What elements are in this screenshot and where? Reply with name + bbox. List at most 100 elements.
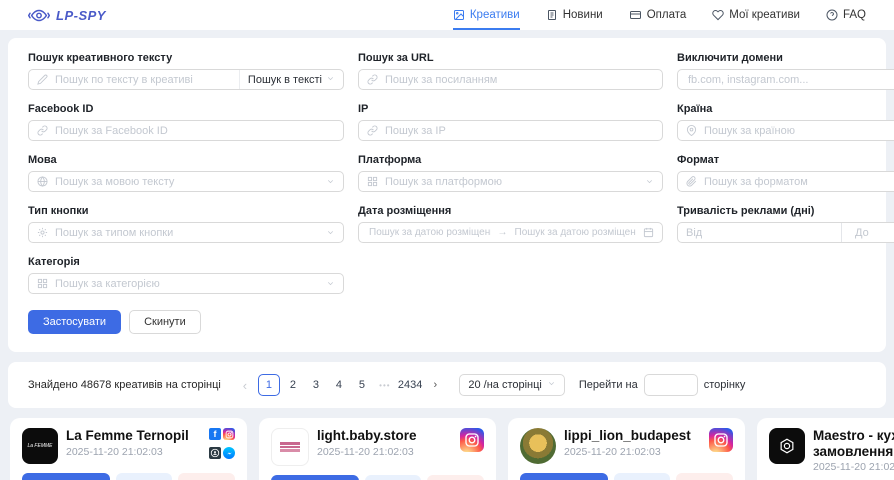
page-size-select[interactable]: 20 /на сторінці xyxy=(459,374,565,396)
creative-card[interactable]: La FEMME La Femme Ternopil 2025-11-20 21… xyxy=(10,418,247,480)
field-label: Країна xyxy=(677,102,894,116)
apply-button[interactable]: Застосувати xyxy=(28,310,121,334)
field-placement-date: Дата розміщення → xyxy=(358,204,663,243)
creative-card[interactable]: lippi_lion_budapest 2025-11-20 21:02:03 … xyxy=(508,418,745,480)
credit-card-icon xyxy=(629,9,642,21)
pagination-ellipsis[interactable]: ••• xyxy=(375,375,395,395)
format-control[interactable] xyxy=(677,171,894,192)
card-title: lippi_lion_budapest xyxy=(564,428,701,444)
like-button[interactable] xyxy=(676,473,733,480)
duration-range[interactable] xyxy=(677,222,894,243)
logo[interactable]: LP-SPY xyxy=(28,8,106,23)
card-info: La Femme Ternopil 2025-11-20 21:02:03 xyxy=(66,428,201,464)
card-info: lippi_lion_budapest 2025-11-20 21:02:03 xyxy=(564,428,701,464)
card-title: Maestro - кухні, меблі на замовлення в У… xyxy=(813,428,894,459)
chevron-down-icon xyxy=(326,224,335,242)
avatar-logo xyxy=(280,442,300,452)
field-label: Пошук за URL xyxy=(358,51,663,65)
text-search-mode-select[interactable]: Пошук в тексті xyxy=(239,70,335,89)
country-control[interactable] xyxy=(677,120,894,141)
button-type-select[interactable] xyxy=(28,222,344,243)
language-select[interactable] xyxy=(28,171,344,192)
date-from-input[interactable] xyxy=(367,226,493,239)
tab-faq[interactable]: FAQ xyxy=(826,0,866,30)
days-button[interactable]: 3 days xyxy=(22,473,110,480)
page-button-3[interactable]: 3 xyxy=(306,375,326,395)
view-button[interactable] xyxy=(365,475,422,480)
goto-suffix: сторінку xyxy=(704,379,746,391)
map-pin-icon xyxy=(686,125,697,136)
category-input[interactable] xyxy=(53,277,321,291)
country-input[interactable] xyxy=(702,124,894,138)
page-button-2[interactable]: 2 xyxy=(283,375,303,395)
field-label: IP xyxy=(358,102,663,116)
exclude-domains-input[interactable] xyxy=(686,73,894,87)
prev-page-button[interactable]: ‹ xyxy=(235,375,255,395)
duration-to-input[interactable] xyxy=(847,227,894,239)
language-input[interactable] xyxy=(53,175,321,189)
next-page-button[interactable]: › xyxy=(425,375,445,395)
days-button[interactable]: 0 days xyxy=(520,473,608,480)
tab-creatives[interactable]: Креативи xyxy=(453,0,520,30)
goto-page: Перейти на сторінку xyxy=(579,374,745,396)
category-select[interactable] xyxy=(28,273,344,294)
creative-text-control[interactable]: Пошук в тексті xyxy=(28,69,344,90)
audience-network-icon xyxy=(209,447,221,459)
creatives-grid: La FEMME La Femme Ternopil 2025-11-20 21… xyxy=(0,418,894,480)
field-format: Формат xyxy=(677,153,894,192)
tab-label: Мої креативи xyxy=(729,9,800,21)
page-button-5[interactable]: 5 xyxy=(352,375,372,395)
date-to-input[interactable] xyxy=(513,226,639,239)
top-bar: LP-SPY Креативи Новини Оплата Мої креати… xyxy=(0,0,894,30)
avatar xyxy=(769,428,805,464)
tab-label: Оплата xyxy=(647,9,687,21)
platform-input[interactable] xyxy=(383,175,640,189)
card-date: 2025-11-20 21:02:03 xyxy=(564,446,701,458)
avatar xyxy=(271,428,309,466)
like-button[interactable] xyxy=(178,473,235,480)
field-label: Тип кнопки xyxy=(28,204,344,218)
field-label: Мова xyxy=(28,153,344,167)
link-icon xyxy=(367,125,378,136)
goto-page-input[interactable] xyxy=(644,374,698,396)
platform-select[interactable] xyxy=(358,171,663,192)
reset-button[interactable]: Скинути xyxy=(129,310,201,334)
facebook-id-input[interactable] xyxy=(53,124,335,138)
creative-card[interactable]: Maestro - кухні, меблі на замовлення в У… xyxy=(757,418,894,480)
news-icon xyxy=(546,9,558,21)
date-range-picker[interactable]: → xyxy=(358,222,663,243)
tab-payment[interactable]: Оплата xyxy=(629,0,687,30)
card-title: light.baby.store xyxy=(317,428,452,444)
chevron-down-icon xyxy=(326,275,335,293)
days-button[interactable]: 3 days xyxy=(271,475,359,480)
card-header: Maestro - кухні, меблі на замовлення в У… xyxy=(769,428,894,473)
url-control[interactable] xyxy=(358,69,663,90)
creative-text-input[interactable] xyxy=(53,73,234,87)
creative-card[interactable]: light.baby.store 2025-11-20 21:02:03 3 d… xyxy=(259,418,496,480)
page-button-last[interactable]: 2434 xyxy=(398,375,422,395)
page-button-4[interactable]: 4 xyxy=(329,375,349,395)
pagination: ‹ 1 2 3 4 5 ••• 2434 › xyxy=(235,374,445,396)
url-input[interactable] xyxy=(383,73,654,87)
page-button-1[interactable]: 1 xyxy=(258,374,280,396)
filter-grid: Пошук креативного тексту Пошук в тексті … xyxy=(28,51,866,334)
facebook-id-control[interactable] xyxy=(28,120,344,141)
duration-from-input[interactable] xyxy=(678,227,836,239)
card-title: La Femme Ternopil xyxy=(66,428,201,444)
ip-control[interactable] xyxy=(358,120,663,141)
tab-label: Креативи xyxy=(470,9,520,21)
view-button[interactable] xyxy=(116,473,173,480)
exclude-domains-control[interactable] xyxy=(677,69,894,90)
like-button[interactable] xyxy=(427,475,484,480)
page-size-value: 20 /на сторінці xyxy=(468,379,542,391)
instagram-icon xyxy=(460,428,484,452)
chevron-down-icon xyxy=(547,379,556,391)
tab-my-creatives[interactable]: Мої креативи xyxy=(712,0,800,30)
button-type-input[interactable] xyxy=(53,226,321,240)
ip-input[interactable] xyxy=(383,124,654,138)
format-input[interactable] xyxy=(702,175,894,189)
question-circle-icon xyxy=(826,9,838,21)
card-info: Maestro - кухні, меблі на замовлення в У… xyxy=(813,428,894,473)
tab-news[interactable]: Новини xyxy=(546,0,603,30)
view-button[interactable] xyxy=(614,473,671,480)
